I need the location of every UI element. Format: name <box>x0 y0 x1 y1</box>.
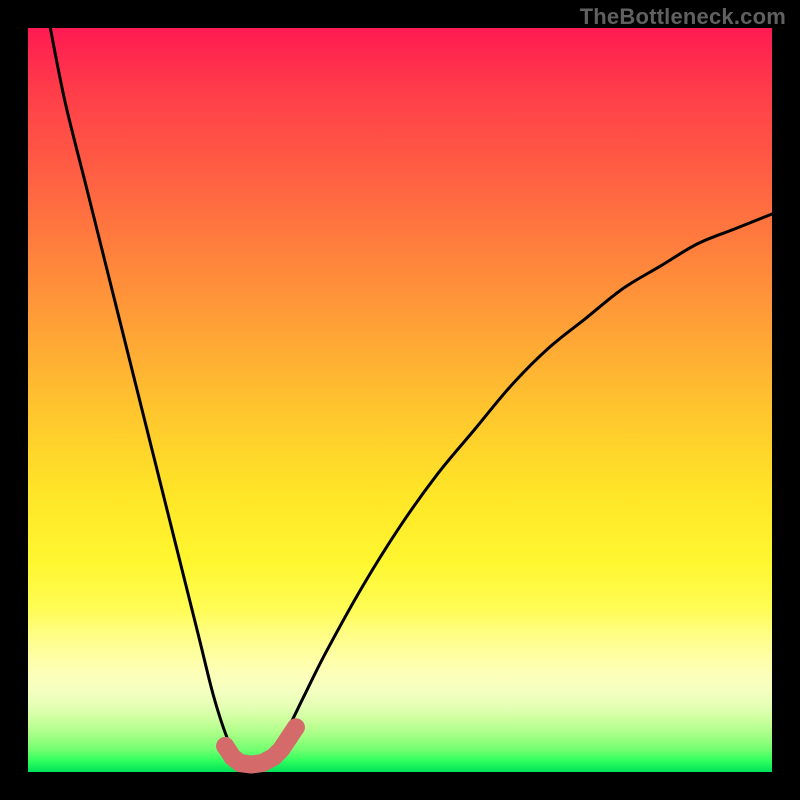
bottleneck-curve <box>28 28 772 772</box>
flat-zone-dot <box>224 748 242 766</box>
plot-area <box>28 28 772 772</box>
watermark-text: TheBottleneck.com <box>580 4 786 30</box>
chart-frame: TheBottleneck.com <box>0 0 800 800</box>
flat-zone-dot <box>287 718 305 736</box>
